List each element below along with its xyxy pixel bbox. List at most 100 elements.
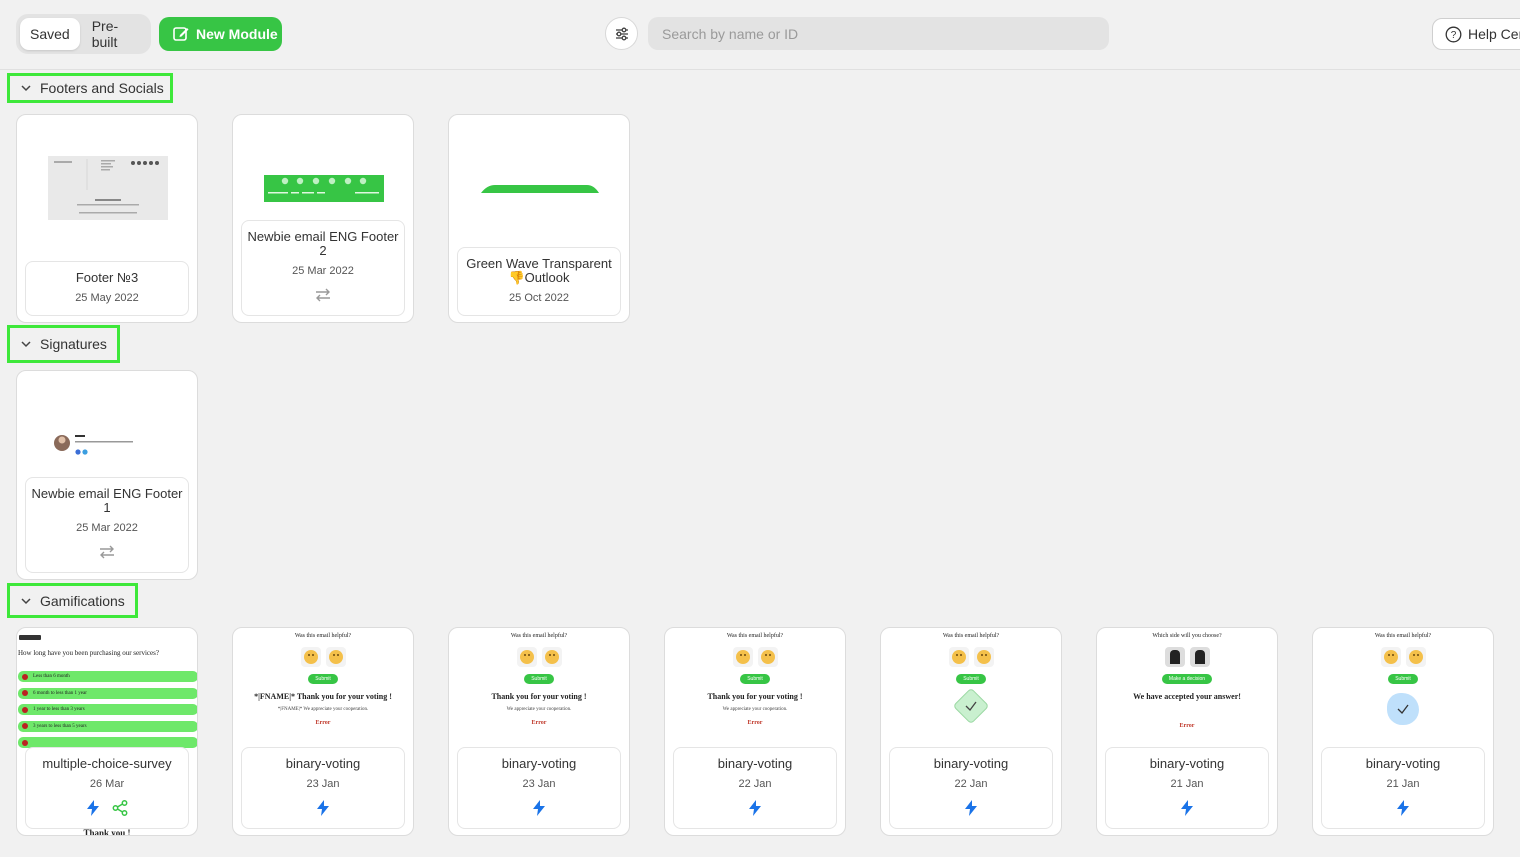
preview-question: Was this email helpful? [942,633,1000,639]
radio-dot-icon [22,690,28,696]
card-title: binary-voting [1149,756,1225,771]
card-date: 26 Mar [89,778,125,790]
card-date: 25 Mar 2022 [292,265,354,277]
survey-question: How long have you been purchasing our se… [18,649,159,657]
section-title: Footers and Socials [40,80,164,96]
search-input[interactable] [648,17,1109,50]
module-preview: Was this email helpful? Submit [881,628,1061,725]
module-card[interactable]: Was this email helpful? Submit *|FNAME|* T… [232,627,414,836]
smiley-icon [541,647,562,667]
card-info: binary-voting 23 Jan [241,747,405,829]
module-card[interactable]: Was this email helpful? Submit binary-voti… [880,627,1062,836]
module-card[interactable]: Was this email helpful? Submit Thank you f… [664,627,846,836]
card-date: 22 Jan [738,778,772,790]
card-date: 25 May 2022 [75,292,139,304]
preview-submit: Submit [740,674,770,684]
new-module-button[interactable]: New Module [159,17,282,51]
lightning-icon[interactable] [532,800,546,816]
sync-arrows-icon [316,288,330,302]
card-date: 25 Oct 2022 [509,292,569,304]
section-header-footers[interactable]: Footers and Socials [7,73,173,103]
module-card[interactable]: How long have you been purchasing our se… [16,627,198,836]
share-icon[interactable] [112,800,128,816]
survey-option-label: 3 years to less than 5 years [33,723,87,729]
section-title: Signatures [40,336,107,352]
card-date: 22 Jan [954,778,988,790]
module-card[interactable]: Which side will you choose? Make a decisi… [1096,627,1278,836]
card-info: binary-voting 23 Jan [457,747,621,829]
preview-thanks: *|FNAME|* Thank you for your voting ! [254,692,392,701]
smiley-icon [973,647,994,667]
module-card[interactable]: Was this email helpful? Submit binary-voti… [1312,627,1494,836]
toolbar: Saved Pre-built New Module ? Help Cen [0,0,1520,70]
help-center-button[interactable]: ? Help Cen [1432,18,1520,50]
sliders-icon [615,27,628,40]
module-preview [17,371,197,476]
section-header-gamifications[interactable]: Gamifications [7,583,138,618]
preview-error: Error [747,720,763,726]
card-date: 23 Jan [306,778,340,790]
lightning-icon[interactable] [86,800,100,816]
preview-question: Was this email helpful? [294,633,352,639]
preview-question: Was this email helpful? [510,633,568,639]
card-title: Newbie email ENG Footer 2 [247,229,399,258]
lightning-icon[interactable] [748,800,762,816]
saved-prebuilt-toggle: Saved Pre-built [16,14,151,54]
tab-pre-built[interactable]: Pre-built [82,18,147,50]
module-preview: Was this email helpful? Submit *|FNAME|* T… [233,628,413,726]
survey-footer: Thank you ! [83,828,131,836]
card-title: binary-voting [933,756,1009,771]
lightning-icon[interactable] [964,800,978,816]
choice-image [1189,647,1210,667]
smiley-icon [300,647,321,667]
preview-error: Error [531,720,547,726]
radio-dot-icon [22,739,28,746]
card-title: Green Wave Transparent 👎Outlook [466,256,612,285]
module-card[interactable]: Footer №3 25 May 2022 [16,114,198,323]
preview-appreciate: *|FNAME|* We appreciate your cooperation… [277,707,369,712]
card-info: binary-voting 22 Jan [673,747,837,829]
card-date: 21 Jan [1170,778,1204,790]
lightning-icon[interactable] [1180,800,1194,816]
smiley-icon [516,647,537,667]
module-preview: How long have you been purchasing our se… [17,628,197,754]
smiley-icon [1380,647,1401,667]
tab-saved[interactable]: Saved [20,18,80,50]
module-card[interactable]: Newbie email ENG Footer 2 25 Mar 2022 [232,114,414,323]
survey-option: 3 years to less than 5 years [18,720,197,732]
preview-submit: Submit [956,674,986,684]
filter-button[interactable] [605,17,638,50]
preview-error: Error [1179,723,1195,729]
module-card[interactable]: Was this email helpful? Submit Thank you f… [448,627,630,836]
module-preview [17,115,197,260]
preview-question: Was this email helpful? [1374,633,1432,639]
module-card[interactable]: Newbie email ENG Footer 1 25 Mar 2022 [16,370,198,580]
card-title: Newbie email ENG Footer 1 [31,486,183,515]
card-info: Footer №3 25 May 2022 [25,261,189,316]
card-info: multiple-choice-survey 26 Mar [25,747,189,829]
module-preview: Was this email helpful? Submit [1313,628,1493,725]
module-card[interactable]: Green Wave Transparent 👎Outlook 25 Oct 2… [448,114,630,323]
survey-option: 1 year to less than 3 years [18,704,197,715]
preview-submit: Submit [308,674,338,684]
card-title: binary-voting [717,756,793,771]
card-date: 21 Jan [1386,778,1420,790]
module-preview: Was this email helpful? Submit Thank you f… [665,628,845,726]
check-blob-icon [1387,693,1419,725]
survey-option-label: 6 month to less than 1 year [33,690,87,696]
card-info: Green Wave Transparent 👎Outlook 25 Oct 2… [457,247,621,316]
card-info: binary-voting 21 Jan [1321,747,1485,829]
preview-question: Was this email helpful? [726,633,784,639]
preview-error: Error [315,720,331,726]
check-badge-icon [952,687,990,725]
radio-dot-icon [22,673,28,680]
help-center-label: Help Cen [1468,26,1520,42]
lightning-icon[interactable] [1396,800,1410,816]
card-date: 23 Jan [522,778,556,790]
smiley-icon [948,647,969,667]
section-header-signatures[interactable]: Signatures [7,325,120,363]
chevron-down-icon [21,85,31,92]
survey-option-label: 1 year to less than 3 years [33,707,85,712]
lightning-icon[interactable] [316,800,330,816]
card-info: binary-voting 22 Jan [889,747,1053,829]
